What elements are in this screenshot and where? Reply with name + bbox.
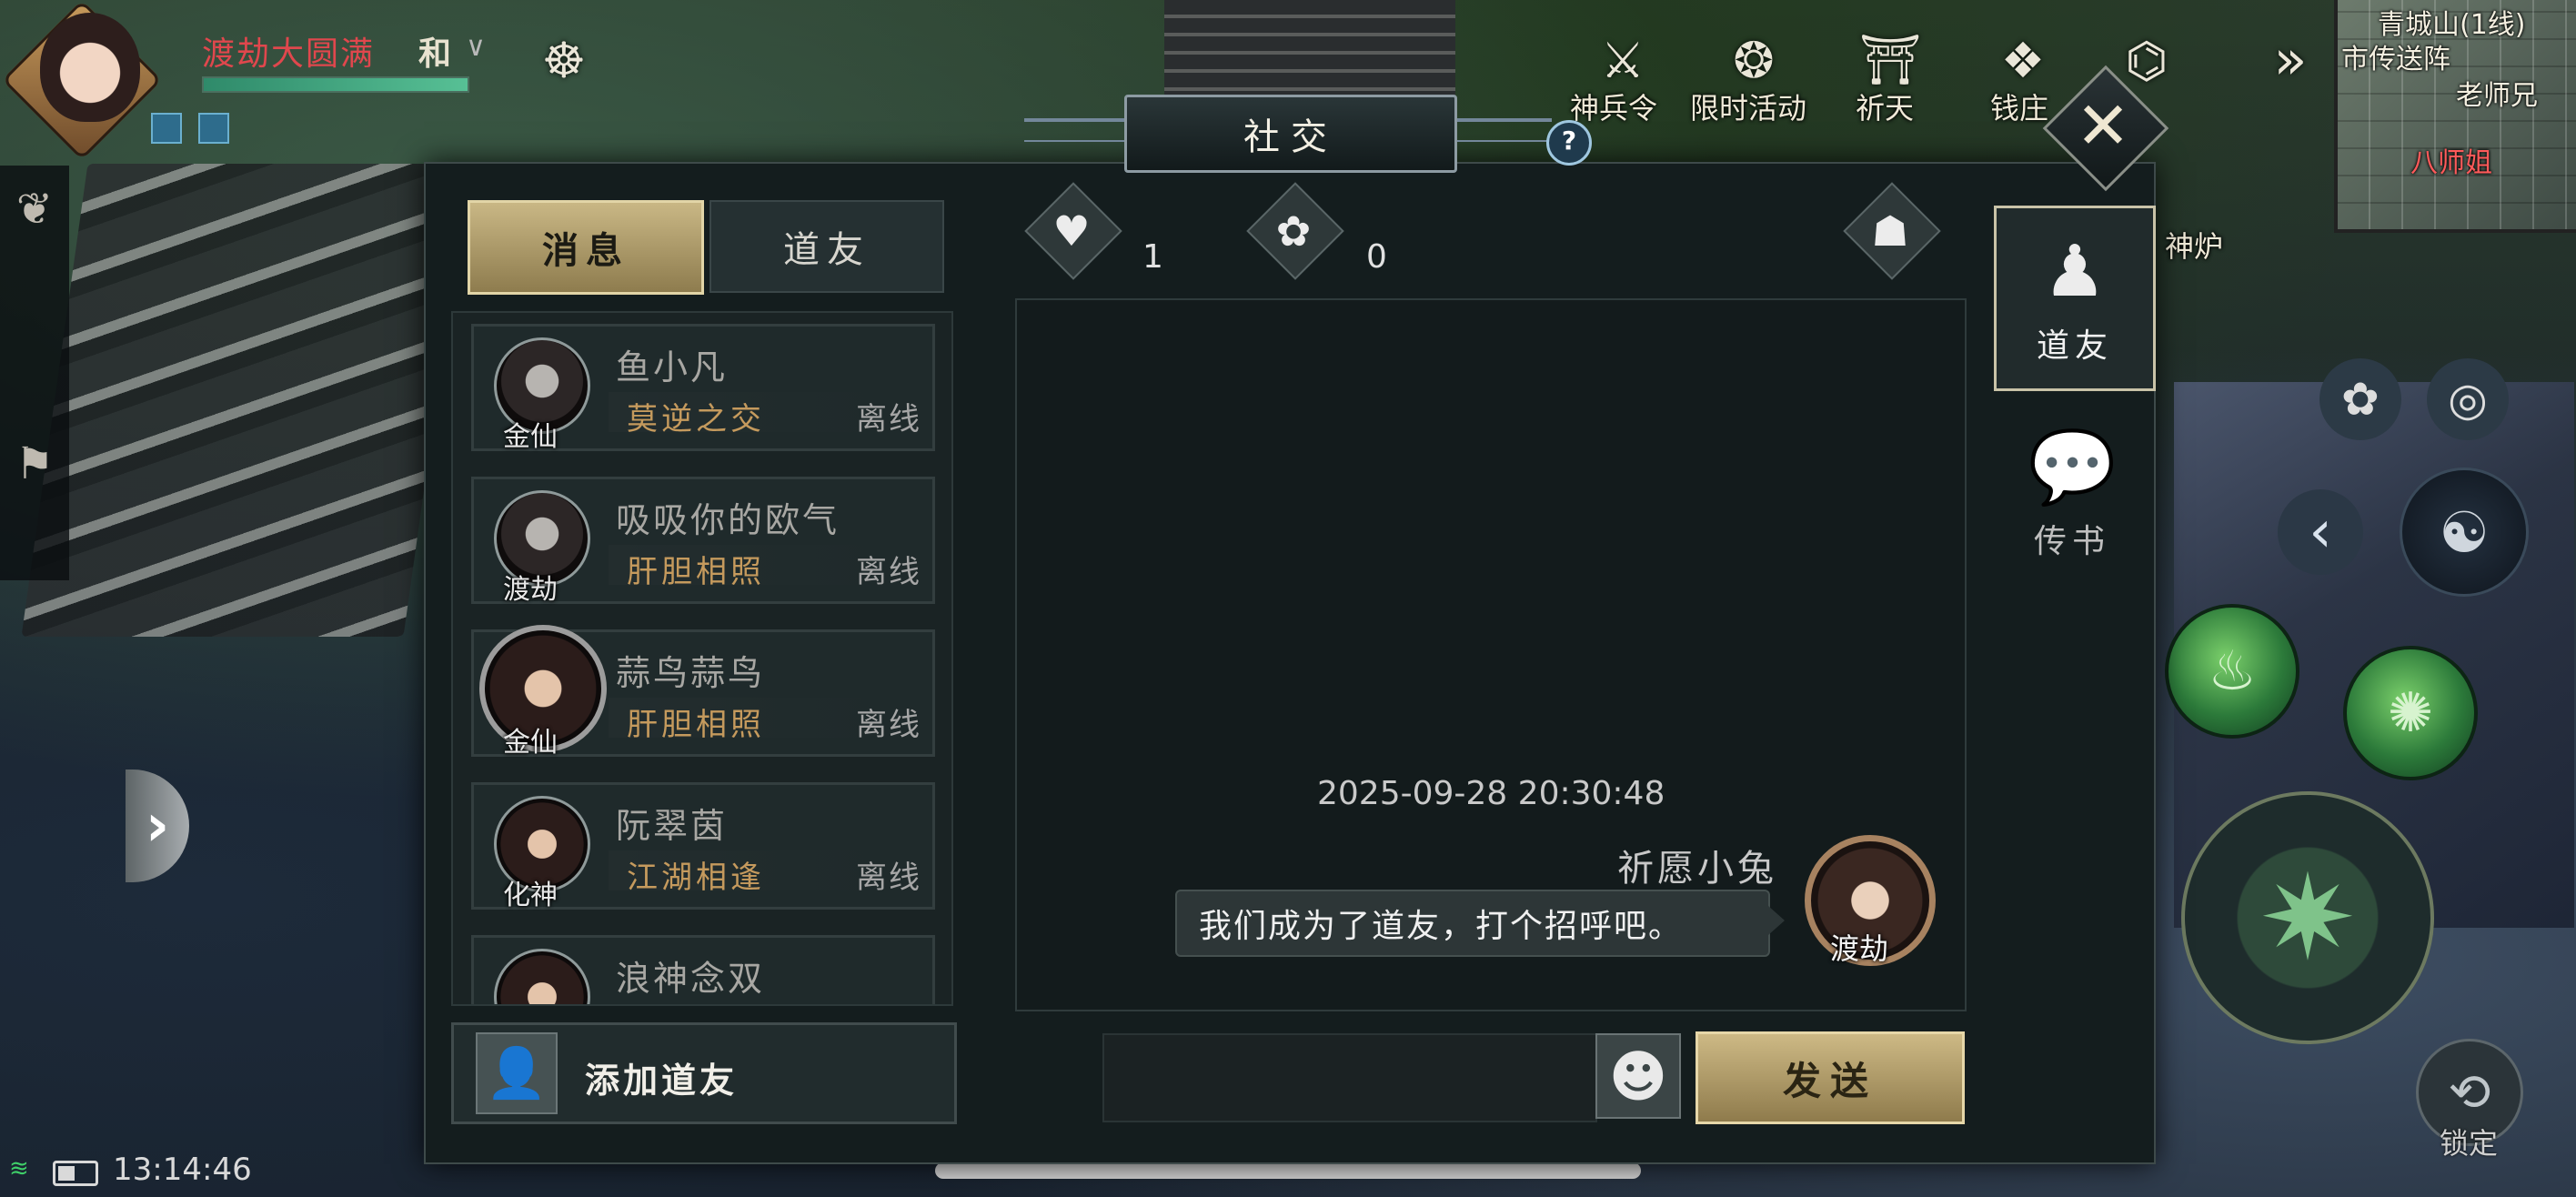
lock-label: 锁定 bbox=[2440, 1126, 2499, 1161]
friend-list[interactable]: 金仙 鱼小凡 莫逆之交 离线 渡劫 吸吸你的欧气 肝胆相照 离线 金仙 蒜鸟蒜鸟… bbox=[451, 311, 953, 1006]
clock: 13:14:46 bbox=[113, 1152, 252, 1188]
friend-relation: 肝胆相照 bbox=[627, 554, 765, 590]
side-tab-label: 传书 bbox=[2033, 523, 2110, 560]
chat-bubble-icon: 💬 bbox=[2028, 427, 2117, 508]
buff-icon[interactable] bbox=[151, 113, 182, 144]
battle-mode[interactable]: 和 bbox=[418, 27, 451, 75]
tab-messages[interactable]: 消息 bbox=[468, 200, 704, 295]
friend-list-item[interactable]: 化神 阮翠茵 江湖相逢 离线 bbox=[471, 782, 935, 911]
feature-icon[interactable]: ☸ bbox=[520, 16, 608, 104]
hp-fill bbox=[204, 78, 468, 91]
flower-icon[interactable]: ✿ bbox=[1261, 198, 1326, 264]
buff-icon[interactable] bbox=[198, 113, 229, 144]
friend-realm: 渡劫 bbox=[503, 574, 558, 606]
friend-name: 吸吸你的欧气 bbox=[616, 500, 840, 540]
home-indicator[interactable] bbox=[935, 1162, 1641, 1179]
friend-name: 蒜鸟蒜鸟 bbox=[616, 653, 766, 693]
feature-label: 限时活动 bbox=[1690, 91, 1807, 126]
add-user-icon: 👤 bbox=[476, 1032, 558, 1114]
bubble-tail bbox=[1768, 906, 1785, 935]
title-ornament bbox=[1024, 118, 1133, 142]
chevron-right-icon[interactable]: » bbox=[2247, 16, 2334, 104]
wifi-icon: ≋ bbox=[9, 1155, 29, 1182]
friend-name: 浪神念双 bbox=[616, 959, 766, 999]
feature-label: 神兵令 bbox=[1570, 91, 1658, 126]
add-friend-button[interactable]: 👤 添加道友 bbox=[451, 1022, 957, 1124]
feature-label: 祈天 bbox=[1856, 91, 1915, 126]
friend-status: 离线 bbox=[856, 707, 921, 743]
feature-label: 神炉 bbox=[2165, 229, 2224, 264]
skill-flame-icon[interactable]: ♨ bbox=[2165, 604, 2299, 739]
target-icon[interactable]: ◎ bbox=[2427, 358, 2509, 440]
friend-list-item[interactable]: 浪神念双 bbox=[471, 935, 935, 1004]
friend-avatar bbox=[494, 949, 590, 1004]
close-icon[interactable]: ✕ bbox=[2061, 84, 2145, 167]
minimap-place: 市传送阵 bbox=[2341, 44, 2450, 75]
flag-icon[interactable]: ⚑ bbox=[9, 438, 60, 489]
friend-figure-icon: ♟ bbox=[2043, 231, 2107, 313]
title-ornament bbox=[1443, 118, 1552, 142]
hp-bar bbox=[202, 76, 469, 93]
mask-icon[interactable]: ☗ bbox=[1857, 198, 1923, 264]
minimap[interactable]: 青城山(1线) 市传送阵 老师兄 八师姐 bbox=[2334, 0, 2576, 233]
chat-input[interactable] bbox=[1102, 1033, 1597, 1122]
player-name: 渡劫大圆满 bbox=[202, 35, 376, 73]
skill-wind-icon[interactable]: ✺ bbox=[2343, 646, 2478, 780]
friend-list-item[interactable]: 渡劫 吸吸你的欧气 肝胆相照 离线 bbox=[471, 477, 935, 606]
player-avatar[interactable] bbox=[40, 13, 140, 122]
friend-relation: 肝胆相照 bbox=[627, 707, 765, 743]
friend-name: 阮翠茵 bbox=[616, 806, 729, 846]
chat-timestamp: 2025-09-28 20:30:48 bbox=[1317, 775, 1665, 812]
friend-status: 离线 bbox=[856, 554, 921, 590]
stone-stairs bbox=[21, 164, 470, 637]
friend-status: 离线 bbox=[856, 401, 921, 438]
left-quick-bar: ❦ ⚑ bbox=[0, 166, 69, 580]
chat-message-bubble: 我们成为了道友，打个招呼吧。 bbox=[1175, 890, 1770, 957]
add-friend-label: 添加道友 bbox=[585, 1061, 739, 1101]
friend-realm: 金仙 bbox=[503, 421, 558, 453]
help-button[interactable]: ? bbox=[1546, 120, 1592, 166]
friend-relation: 莫逆之交 bbox=[627, 401, 765, 438]
taiji-icon[interactable]: ☯ bbox=[2400, 468, 2529, 597]
send-button[interactable]: 发送 bbox=[1696, 1031, 1965, 1124]
temple-steps bbox=[1164, 0, 1455, 100]
heart-icon[interactable]: ♥ bbox=[1039, 198, 1104, 264]
attack-fan-button[interactable]: ✷ bbox=[2181, 791, 2434, 1044]
tab-friends[interactable]: 道友 bbox=[709, 200, 944, 293]
like-count: 1 bbox=[1142, 238, 1163, 276]
friend-name: 鱼小凡 bbox=[616, 347, 729, 387]
friend-realm: 化神 bbox=[503, 880, 558, 911]
dialog-title-bar: 社交 bbox=[1024, 91, 1552, 173]
friend-status: 离线 bbox=[856, 860, 921, 896]
friend-realm: 金仙 bbox=[503, 727, 558, 759]
emoji-icon[interactable]: ☻ bbox=[1595, 1033, 1681, 1119]
minimap-place: 八师姐 bbox=[2410, 147, 2492, 179]
minimap-place: 老师兄 bbox=[2456, 80, 2538, 112]
sender-realm: 渡劫 bbox=[1830, 931, 1889, 966]
chevron-down-icon[interactable]: ∨ bbox=[466, 31, 486, 63]
feature-label: 钱庄 bbox=[1990, 91, 2049, 126]
friend-list-item[interactable]: 金仙 蒜鸟蒜鸟 肝胆相照 离线 bbox=[471, 625, 935, 759]
friend-relation: 江湖相逢 bbox=[627, 860, 765, 896]
task-icon[interactable]: ❦ bbox=[9, 184, 60, 235]
friend-list-item[interactable]: 金仙 鱼小凡 莫逆之交 离线 bbox=[471, 324, 935, 453]
side-tab-friends[interactable]: ♟ 道友 bbox=[1994, 206, 2156, 391]
bag-icon[interactable]: ✿ bbox=[2319, 358, 2401, 440]
side-tab-label: 道友 bbox=[2036, 327, 2113, 365]
back-arrow-icon[interactable]: ‹ bbox=[2278, 489, 2363, 575]
chat-sender-name: 祈愿小兔 bbox=[1617, 848, 1777, 890]
dialog-title: 社交 bbox=[1124, 95, 1457, 173]
side-tab-mail[interactable]: 💬 传书 bbox=[1994, 404, 2150, 584]
battery-icon bbox=[53, 1161, 98, 1186]
flower-count: 0 bbox=[1366, 238, 1387, 276]
